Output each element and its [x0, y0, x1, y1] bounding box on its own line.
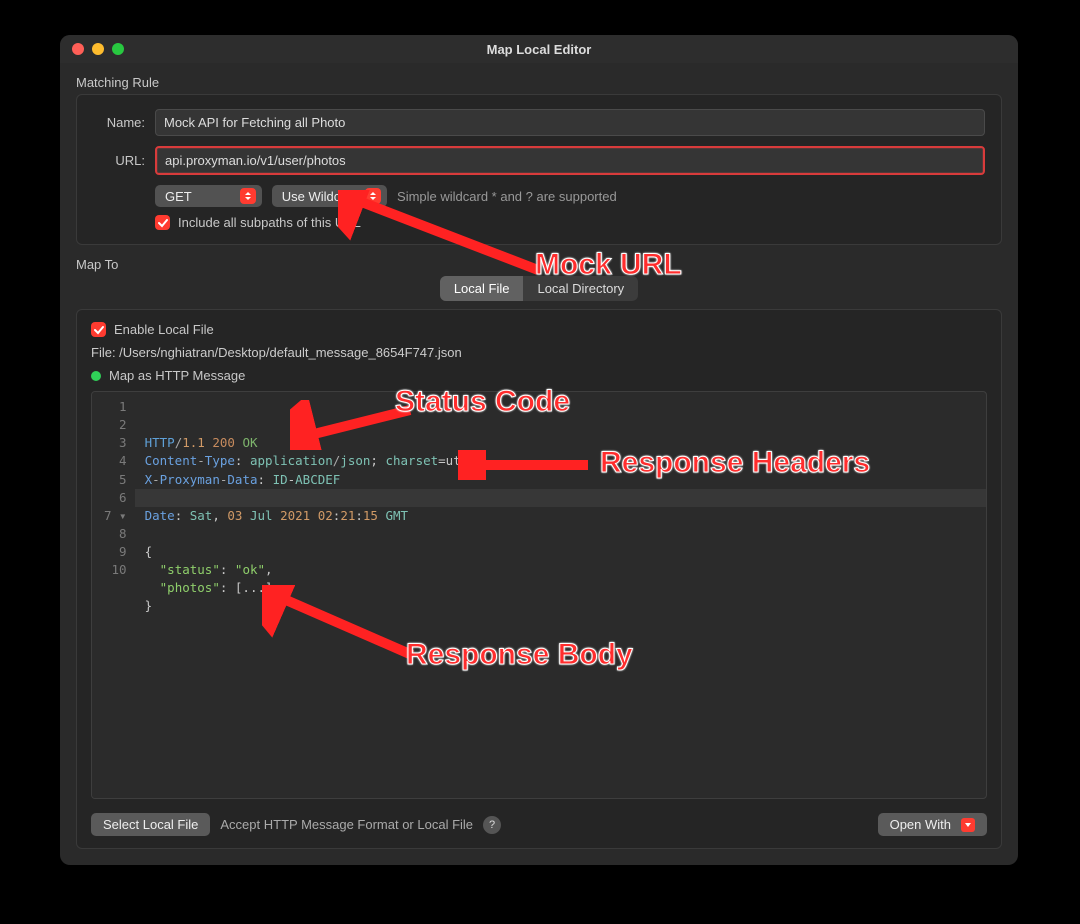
map-to-label: Map To: [76, 257, 1002, 272]
http-message-editor[interactable]: 1234567 ▾8910 HTTP/1.1 200 OK Content-Ty…: [91, 391, 987, 799]
titlebar: Map Local Editor: [60, 35, 1018, 63]
map-as-http-label: Map as HTTP Message: [109, 368, 245, 383]
matching-rule-label: Matching Rule: [76, 75, 1002, 90]
matching-rule-section: Matching Rule Name: URL: GET: [76, 75, 1002, 245]
map-local-editor-window: Map Local Editor Matching Rule Name: URL…: [60, 35, 1018, 865]
enable-local-file-label: Enable Local File: [114, 322, 214, 337]
map-to-tabs: Local File Local Directory: [440, 276, 638, 301]
enable-local-file-checkbox[interactable]: [91, 322, 106, 337]
file-path-line: File: /Users/nghiatran/Desktop/default_m…: [91, 345, 987, 360]
matching-rule-panel: Name: URL: GET Use Wildcard: [76, 94, 1002, 245]
url-label: URL:: [93, 153, 145, 168]
name-label: Name:: [93, 115, 145, 130]
include-subpaths-checkbox[interactable]: [155, 215, 170, 230]
tab-local-directory[interactable]: Local Directory: [523, 276, 638, 301]
map-to-panel: Enable Local File File: /Users/nghiatran…: [76, 309, 1002, 849]
include-subpaths-label: Include all subpaths of this URL: [178, 215, 361, 230]
window-title: Map Local Editor: [60, 42, 1018, 57]
window-content: Matching Rule Name: URL: GET: [60, 63, 1018, 865]
map-to-section: Map To Local File Local Directory Enable…: [76, 257, 1002, 849]
name-input[interactable]: [155, 109, 985, 136]
status-indicator-icon: [91, 371, 101, 381]
select-arrows-icon: [240, 188, 256, 204]
select-arrows-icon: [365, 188, 381, 204]
method-select[interactable]: GET: [155, 185, 262, 207]
editor-gutter: 1234567 ▾8910: [92, 392, 135, 798]
select-local-file-button[interactable]: Select Local File: [91, 813, 210, 836]
open-with-button[interactable]: Open With: [878, 813, 987, 836]
editor-code[interactable]: HTTP/1.1 200 OK Content-Type: applicatio…: [135, 392, 986, 798]
help-icon[interactable]: ?: [483, 816, 501, 834]
match-mode-select[interactable]: Use Wildcard: [272, 185, 387, 207]
chevron-down-icon: [961, 818, 975, 832]
tab-local-file[interactable]: Local File: [440, 276, 524, 301]
url-input[interactable]: [155, 146, 985, 175]
open-with-label: Open With: [890, 817, 951, 832]
footer-hint: Accept HTTP Message Format or Local File: [220, 817, 473, 832]
match-mode-value: Use Wildcard: [282, 189, 359, 204]
method-select-value: GET: [165, 189, 192, 204]
wildcard-hint: Simple wildcard * and ? are supported: [397, 189, 617, 204]
